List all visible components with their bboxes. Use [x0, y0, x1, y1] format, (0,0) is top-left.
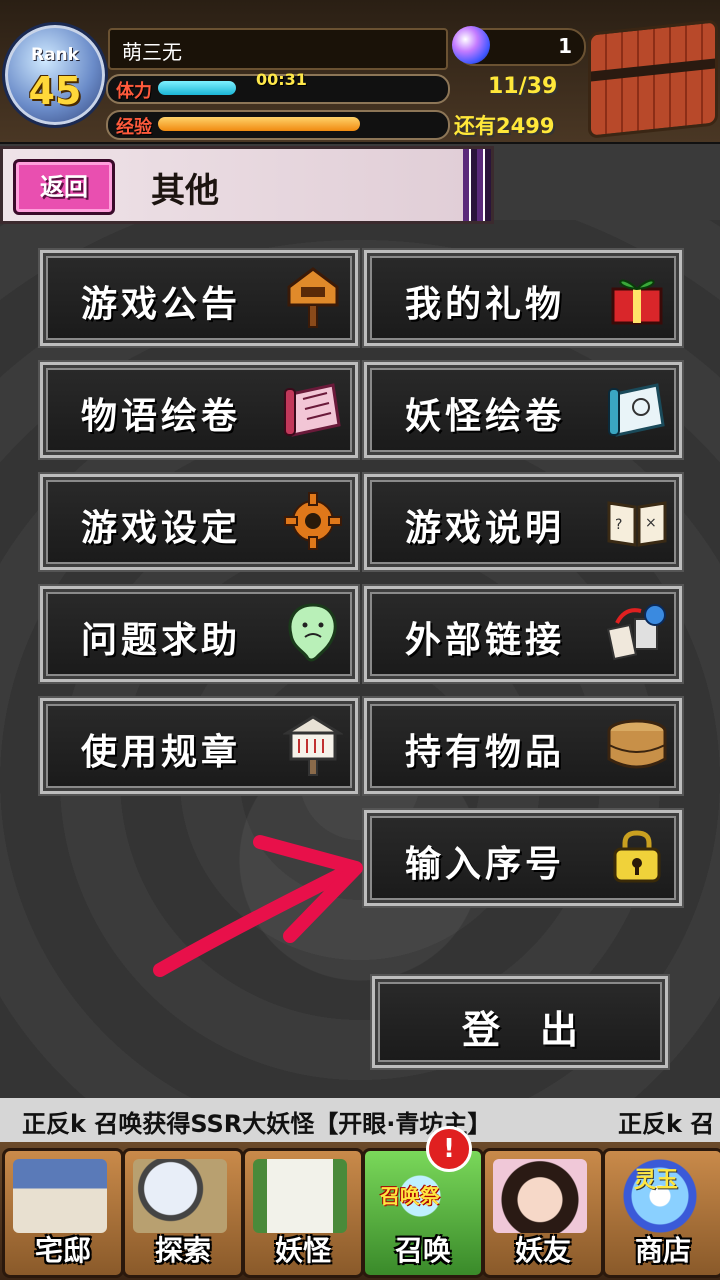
- rank-value: 45: [28, 69, 82, 113]
- settings-button[interactable]: 游戏设定: [40, 474, 358, 570]
- summon-festival-tag: 召唤祭: [380, 1184, 440, 1208]
- back-button[interactable]: 返回: [13, 159, 115, 215]
- player-name: 萌三无: [122, 40, 182, 64]
- shop-coin-label: 灵玉: [634, 1168, 679, 1193]
- announcements-label: 游戏公告: [81, 284, 242, 325]
- gifts-button[interactable]: 我的礼物: [364, 250, 682, 346]
- exp-remaining: 还有2499: [454, 114, 555, 138]
- settings-label: 游戏设定: [81, 508, 242, 549]
- nav-summon[interactable]: 召唤: [362, 1148, 484, 1278]
- nav-yokai-label: 妖怪: [274, 1234, 331, 1267]
- instructions-label: 游戏说明: [405, 508, 566, 549]
- instructions-button[interactable]: 游戏说明 ? ×: [364, 474, 682, 570]
- stamina-label: 体力: [116, 81, 152, 102]
- nav-friends[interactable]: 妖友: [482, 1148, 604, 1278]
- gem-count: 1: [558, 34, 572, 58]
- announcements-button[interactable]: 游戏公告: [40, 250, 358, 346]
- external-links-button[interactable]: 外部链接: [364, 586, 682, 682]
- svg-text:?: ?: [615, 517, 622, 533]
- story-scroll-button[interactable]: 物语绘卷: [40, 362, 358, 458]
- stamina-bar: 体力 00:31: [106, 70, 450, 104]
- summon-alert-badge: !: [426, 1126, 472, 1172]
- external-link-cards-icon: [605, 601, 669, 665]
- page-title-bar: 返回 其他: [0, 146, 494, 224]
- nav-home-label: 宅邸: [34, 1234, 91, 1267]
- nav-yokai[interactable]: 妖怪: [242, 1148, 364, 1278]
- story-scroll-label: 物语绘卷: [81, 396, 242, 437]
- gem-counter[interactable]: 1: [452, 26, 586, 66]
- yokai-scroll-icon: [253, 1159, 347, 1233]
- exp-label: 经验: [116, 117, 152, 138]
- player-name-box: 萌三无: [108, 28, 448, 70]
- nav-explore-label: 探索: [154, 1234, 211, 1267]
- open-book-icon: ? ×: [605, 489, 669, 553]
- svg-text:×: ×: [645, 515, 657, 531]
- bottom-nav: 宅邸 探索 妖怪 召唤 妖友 商店: [0, 1142, 720, 1280]
- help-button[interactable]: 问题求助: [40, 586, 358, 682]
- ghost-question-icon: [281, 601, 345, 665]
- page-title: 其他: [151, 171, 219, 211]
- logout-label: 登出: [461, 1008, 618, 1052]
- ticker-message: 正反k 召唤获得SSR大妖怪【开眼·青坊主】: [22, 1110, 492, 1138]
- exp-fill: [158, 117, 360, 131]
- stamina-count: 11/39: [488, 74, 558, 99]
- stamina-timer: 00:31: [256, 70, 307, 89]
- ticker-message-tail: 正反k 召: [618, 1110, 715, 1138]
- yokai-scroll-button[interactable]: 妖怪绘卷: [364, 362, 682, 458]
- items-label: 持有物品: [405, 732, 566, 773]
- yokai-scroll-label: 妖怪绘卷: [405, 396, 566, 437]
- signpost-icon: [281, 265, 345, 329]
- items-button[interactable]: 持有物品: [364, 698, 682, 794]
- wooden-box-icon: [605, 713, 669, 777]
- annotation-arrow-icon: [153, 835, 363, 977]
- pink-scroll-icon: [281, 377, 345, 441]
- notice-board-icon: [281, 713, 345, 777]
- stamina-fill: [158, 81, 237, 95]
- serial-code-label: 输入序号: [405, 844, 566, 885]
- gifts-label: 我的礼物: [405, 284, 566, 325]
- magnifier-map-icon: [133, 1159, 227, 1233]
- mansion-icon: [13, 1159, 107, 1233]
- nav-explore[interactable]: 探索: [122, 1148, 244, 1278]
- exp-bar: 经验: [106, 110, 450, 140]
- serial-code-button[interactable]: 输入序号: [364, 810, 682, 906]
- rules-label: 使用规章: [81, 732, 242, 773]
- rules-button[interactable]: 使用规章: [40, 698, 358, 794]
- gear-icon: [281, 489, 345, 553]
- gift-icon: [605, 265, 669, 329]
- nav-home[interactable]: 宅邸: [2, 1148, 124, 1278]
- news-ticker: 正反k 召唤获得SSR大妖怪【开眼·青坊主】 正反k 召: [0, 1098, 720, 1142]
- logout-button[interactable]: 登出: [372, 976, 668, 1068]
- blue-scroll-icon: [605, 377, 669, 441]
- nav-friends-label: 妖友: [514, 1234, 571, 1267]
- gem-icon: [452, 26, 490, 64]
- nav-shop-label: 商店: [634, 1234, 691, 1267]
- help-label: 问题求助: [81, 620, 242, 661]
- golden-lock-icon: [605, 825, 669, 889]
- nav-summon-label: 召唤: [394, 1234, 451, 1267]
- external-links-label: 外部链接: [405, 620, 566, 661]
- treasure-chest-icon[interactable]: [588, 19, 718, 139]
- fox-girl-avatar: [493, 1159, 587, 1233]
- rank-badge[interactable]: Rank 45: [2, 22, 108, 128]
- status-header: Rank 45 萌三无 体力 00:31 经验 1 11/39 还有2499: [0, 0, 720, 144]
- rank-label: Rank: [31, 45, 79, 65]
